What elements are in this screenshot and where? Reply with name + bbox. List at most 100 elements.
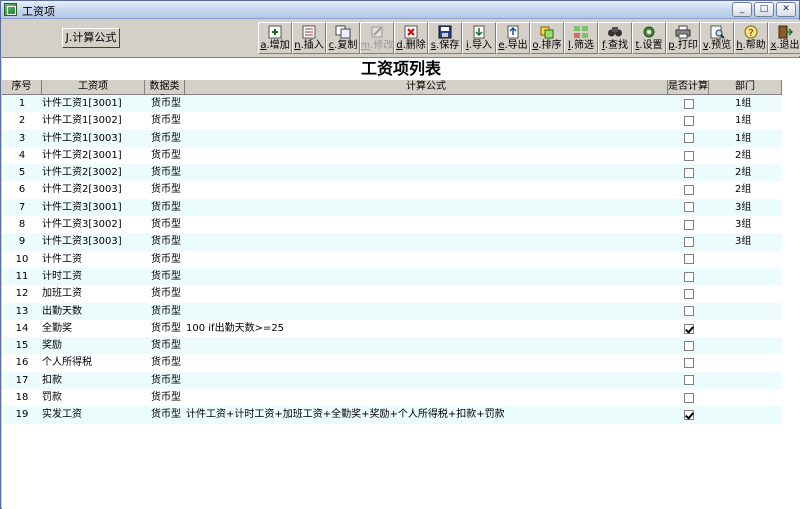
table-row[interactable]: 2 计件工资1[3002] 货币型 1组: [2, 112, 782, 130]
cell-no[interactable]: 18: [2, 389, 42, 406]
cell-type[interactable]: 货币型: [145, 216, 185, 233]
calc-checkbox[interactable]: [683, 288, 694, 299]
cell-type[interactable]: 货币型: [145, 285, 185, 302]
cell-no[interactable]: 7: [2, 199, 42, 216]
table-row[interactable]: 5 计件工资2[3002] 货币型 2组: [2, 164, 782, 182]
cell-name[interactable]: 计时工资: [42, 268, 145, 285]
cell-type[interactable]: 货币型: [145, 112, 185, 129]
cell-name[interactable]: 计件工资2[3002]: [42, 164, 145, 181]
toolbar-button-preview[interactable]: v.预览: [700, 22, 734, 54]
cell-name[interactable]: 全勤奖: [42, 320, 145, 337]
cell-type[interactable]: 货币型: [145, 95, 185, 112]
toolbar-button-print[interactable]: p.打印: [666, 22, 700, 54]
calc-checkbox[interactable]: [683, 409, 694, 420]
cell-dept[interactable]: [709, 337, 782, 354]
column-header-calc[interactable]: 是否计算: [668, 80, 709, 95]
calc-checkbox[interactable]: [683, 375, 694, 386]
cell-dept[interactable]: [709, 389, 782, 406]
calc-checkbox[interactable]: [683, 237, 694, 248]
cell-type[interactable]: 货币型: [145, 320, 185, 337]
cell-formula[interactable]: [185, 303, 668, 320]
toolbar-button-copy[interactable]: c.复制: [326, 22, 360, 54]
toolbar-button-settings[interactable]: t.设置: [632, 22, 666, 54]
column-header-type[interactable]: 数据类型: [145, 80, 185, 106]
cell-type[interactable]: 货币型: [145, 303, 185, 320]
cell-no[interactable]: 3: [2, 130, 42, 147]
calc-checkbox[interactable]: [683, 323, 694, 334]
cell-name[interactable]: 计件工资1[3003]: [42, 130, 145, 147]
calc-checkbox[interactable]: [683, 219, 694, 230]
toolbar-button-find[interactable]: f.查找: [598, 22, 632, 54]
cell-name[interactable]: 计件工资2[3001]: [42, 147, 145, 164]
column-header-dept[interactable]: 部门: [709, 80, 782, 95]
calc-formula-button[interactable]: J.计算公式: [62, 28, 120, 48]
toolbar-button-delete[interactable]: d.删除: [394, 22, 428, 54]
title-bar[interactable]: 工资项 _ □ ✕: [1, 1, 799, 19]
cell-dept[interactable]: [709, 354, 782, 371]
cell-dept[interactable]: 3组: [709, 233, 782, 250]
table-row[interactable]: 12 加班工资 货币型: [2, 285, 782, 303]
cell-dept[interactable]: 1组: [709, 130, 782, 147]
toolbar-button-help[interactable]: ? h.帮助: [734, 22, 768, 54]
cell-dept[interactable]: [709, 303, 782, 320]
cell-formula[interactable]: [185, 389, 668, 406]
cell-no[interactable]: 19: [2, 406, 42, 423]
toolbar-button-filter[interactable]: l.筛选: [564, 22, 598, 54]
cell-type[interactable]: 货币型: [145, 251, 185, 268]
cell-no[interactable]: 16: [2, 354, 42, 371]
toolbar-button-exit[interactable]: x.退出: [768, 22, 800, 54]
cell-no[interactable]: 17: [2, 372, 42, 389]
table-row[interactable]: 19 实发工资 货币型 计件工资+计时工资+加班工资+全勤奖+奖励+个人所得税+扣款+…: [2, 406, 782, 424]
table-row[interactable]: 1 计件工资1[3001] 货币型 1组: [2, 95, 782, 113]
cell-no[interactable]: 1: [2, 95, 42, 112]
cell-formula[interactable]: [185, 164, 668, 181]
cell-type[interactable]: 货币型: [145, 372, 185, 389]
column-header-formula[interactable]: 计算公式: [185, 80, 668, 95]
cell-type[interactable]: 货币型: [145, 389, 185, 406]
cell-dept[interactable]: 3组: [709, 216, 782, 233]
cell-name[interactable]: 罚款: [42, 389, 145, 406]
cell-name[interactable]: 计件工资2[3003]: [42, 181, 145, 198]
cell-formula[interactable]: 计件工资+计时工资+加班工资+全勤奖+奖励+个人所得税+扣款+罚款: [185, 406, 668, 423]
cell-no[interactable]: 2: [2, 112, 42, 129]
cell-type[interactable]: 货币型: [145, 233, 185, 250]
close-button[interactable]: ✕: [776, 2, 796, 17]
cell-type[interactable]: 货币型: [145, 268, 185, 285]
cell-dept[interactable]: 2组: [709, 147, 782, 164]
cell-no[interactable]: 6: [2, 181, 42, 198]
cell-type[interactable]: 货币型: [145, 337, 185, 354]
cell-no[interactable]: 11: [2, 268, 42, 285]
table-row[interactable]: 8 计件工资3[3002] 货币型 3组: [2, 216, 782, 234]
table-row[interactable]: 15 奖励 货币型: [2, 337, 782, 355]
cell-dept[interactable]: [709, 285, 782, 302]
column-header-no[interactable]: 序号: [2, 80, 42, 95]
cell-no[interactable]: 4: [2, 147, 42, 164]
toolbar-button-save[interactable]: s.保存: [428, 22, 462, 54]
calc-checkbox[interactable]: [683, 254, 694, 265]
cell-no[interactable]: 14: [2, 320, 42, 337]
cell-formula[interactable]: [185, 285, 668, 302]
cell-formula[interactable]: [185, 372, 668, 389]
table-row[interactable]: 4 计件工资2[3001] 货币型 2组: [2, 146, 782, 165]
cell-formula[interactable]: [185, 233, 668, 250]
cell-dept[interactable]: [709, 320, 782, 337]
cell-type[interactable]: 货币型: [145, 130, 185, 147]
table-row[interactable]: 17 扣款 货币型: [2, 371, 782, 390]
table-row[interactable]: 18 罚款 货币型: [2, 389, 782, 407]
toolbar-button-add[interactable]: a.增加: [258, 22, 292, 54]
table-row[interactable]: 10 计件工资 货币型: [2, 250, 782, 268]
table-row[interactable]: 7 计件工资3[3001] 货币型 3组: [2, 198, 782, 217]
cell-name[interactable]: 计件工资3[3002]: [42, 216, 145, 233]
cell-formula[interactable]: [185, 112, 668, 129]
cell-name[interactable]: 奖励: [42, 337, 145, 354]
toolbar-button-edit[interactable]: m.修改: [360, 22, 394, 54]
cell-dept[interactable]: [709, 372, 782, 389]
cell-formula[interactable]: [185, 130, 668, 147]
cell-name[interactable]: 出勤天数: [42, 303, 145, 320]
table-row[interactable]: 16 个人所得税 货币型: [2, 354, 782, 372]
calc-checkbox[interactable]: [683, 340, 694, 351]
toolbar-button-sort[interactable]: o.排序: [530, 22, 564, 54]
cell-dept[interactable]: 1组: [709, 112, 782, 129]
column-header-name[interactable]: 工资项: [42, 80, 145, 95]
calc-checkbox[interactable]: [683, 202, 694, 213]
